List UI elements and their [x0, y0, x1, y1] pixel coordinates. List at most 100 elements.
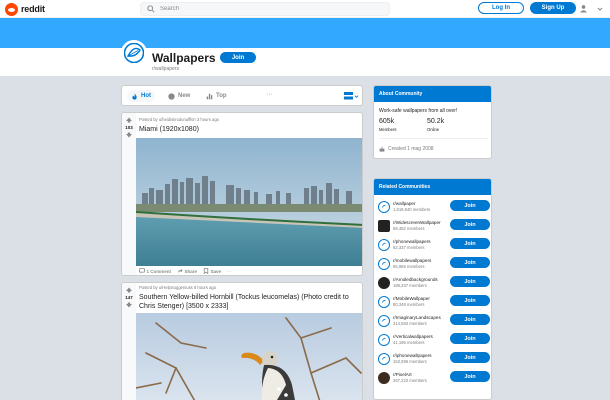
search-input[interactable]	[160, 6, 360, 12]
community-icon	[378, 353, 390, 365]
join-button[interactable]: Join	[450, 219, 490, 230]
post-actions: 1 Comment Share Save ···	[139, 268, 238, 274]
join-button[interactable]: Join	[450, 333, 490, 344]
sort-tab-label: Hot	[141, 93, 151, 99]
join-button[interactable]: Join	[450, 257, 490, 268]
community-icon	[378, 239, 390, 251]
sort-more-button[interactable]: ···	[266, 91, 273, 98]
comments-button[interactable]: 1 Comment	[139, 268, 171, 274]
comments-label: 1 Comment	[146, 268, 172, 274]
community-icon	[378, 372, 390, 384]
join-button[interactable]: Join	[220, 52, 256, 63]
bar-chart-icon	[206, 93, 213, 99]
subreddit-name: r/wallpapers	[152, 66, 179, 72]
join-button[interactable]: Join	[450, 276, 490, 287]
community-name[interactable]: r/iphonewallpapers	[393, 353, 432, 358]
reddit-alien-icon	[5, 2, 18, 16]
members-label: Members	[379, 127, 397, 132]
community-name[interactable]: r/Verticalwallpapers	[393, 334, 433, 339]
community-name[interactable]: r/Amoledbackgrounds	[393, 277, 438, 282]
login-button[interactable]: Log In	[478, 2, 524, 14]
share-button[interactable]: Share	[177, 268, 197, 274]
upvote-icon[interactable]	[122, 287, 136, 293]
sort-bar: Hot New Top ···	[121, 85, 363, 106]
community-members: 314,593 members	[393, 321, 427, 326]
community-name[interactable]: r/MobileWallpaper	[393, 296, 430, 301]
related-community-item[interactable]: r/wallpaper 1,619,840 members Join	[378, 198, 490, 217]
join-button[interactable]: Join	[450, 238, 490, 249]
related-community-item[interactable]: r/phonewallpapers 62,337 members Join	[378, 236, 490, 255]
community-name[interactable]: r/WidescreenWallpaper	[393, 220, 441, 225]
save-button[interactable]: Save	[203, 268, 221, 274]
post-meta: Posted by u/HelpSuggeniuss 8 hours ago	[139, 285, 217, 290]
upvote-icon[interactable]	[122, 117, 136, 123]
community-icon	[378, 296, 390, 308]
related-community-item[interactable]: r/PixelArt 267,223 members Join	[378, 369, 490, 388]
downvote-icon[interactable]	[122, 132, 136, 138]
join-button[interactable]: Join	[450, 200, 490, 211]
flame-icon	[132, 92, 137, 100]
widget-heading: Related Communities	[374, 179, 491, 195]
vote-count: 147	[125, 295, 133, 300]
sort-tab-label: Top	[216, 93, 227, 99]
view-toggle-button[interactable]	[344, 92, 359, 100]
community-name[interactable]: r/PixelArt	[393, 372, 412, 377]
divider	[379, 138, 488, 139]
user-menu-button[interactable]	[579, 3, 603, 14]
subreddit-avatar	[121, 40, 147, 66]
community-members: 188,337 members	[393, 283, 427, 288]
related-community-item[interactable]: r/ImaginaryLandscapes 314,593 members Jo…	[378, 312, 490, 331]
wallpaper-leaf-icon	[123, 42, 145, 64]
related-community-item[interactable]: r/mobilewallpapers 55,965 members Join	[378, 255, 490, 274]
community-name[interactable]: r/phonewallpapers	[393, 239, 431, 244]
related-community-item[interactable]: r/Verticalwallpapers 41,195 members Join	[378, 331, 490, 350]
post-title[interactable]: Miami (1920x1080)	[139, 125, 361, 134]
community-members: 62,337 members	[393, 245, 425, 250]
related-community-item[interactable]: r/WidescreenWallpaper 58,482 members Joi…	[378, 217, 490, 236]
join-button[interactable]: Join	[450, 371, 490, 382]
user-icon	[580, 5, 587, 13]
join-button[interactable]: Join	[450, 295, 490, 306]
community-icon	[378, 201, 390, 213]
sort-tab-hot[interactable]: Hot	[127, 90, 155, 102]
top-navigation: reddit Log In Sign Up	[0, 0, 610, 18]
downvote-icon[interactable]	[122, 302, 136, 308]
logo-text: reddit	[21, 4, 45, 14]
subreddit-banner	[0, 18, 610, 48]
about-community-widget: About Community Work-safe wallpapers fro…	[373, 85, 492, 159]
community-name[interactable]: r/wallpaper	[393, 201, 415, 206]
sort-tab-new[interactable]: New	[164, 90, 194, 102]
community-icon	[378, 315, 390, 327]
join-button[interactable]: Join	[450, 352, 490, 363]
community-members: 80,348 members	[393, 302, 425, 307]
vote-column	[122, 283, 136, 400]
sort-tab-top[interactable]: Top	[202, 90, 231, 102]
post-card[interactable]: 147 Posted by u/HelpSuggeniuss 8 hours a…	[121, 282, 363, 400]
post-image-miami-skyline[interactable]	[136, 138, 363, 266]
post-title[interactable]: Southern Yellow-billed Hornbill (Tockus …	[139, 293, 361, 311]
post-image-hornbill[interactable]	[136, 313, 363, 400]
signup-button[interactable]: Sign Up	[530, 2, 576, 14]
sort-tab-label: New	[178, 93, 191, 99]
save-label: Save	[210, 268, 222, 274]
chevron-down-icon	[597, 7, 603, 11]
related-community-item[interactable]: r/iphonewallpapers 153,596 members Join	[378, 350, 490, 369]
community-name[interactable]: r/ImaginaryLandscapes	[393, 315, 441, 320]
join-button[interactable]: Join	[450, 314, 490, 325]
post-card[interactable]: 103 Posted by u/heidisiirodunuffkin 3 ho…	[121, 112, 363, 276]
online-count: 50.2k	[427, 118, 445, 125]
subreddit-title: Wallpapers	[152, 51, 216, 65]
related-community-item[interactable]: r/Amoledbackgrounds 188,337 members Join	[378, 274, 490, 293]
community-name[interactable]: r/mobilewallpapers	[393, 258, 431, 263]
search-bar[interactable]	[140, 2, 390, 16]
cake-icon	[379, 146, 385, 152]
online-label: Online	[427, 127, 440, 132]
reddit-logo[interactable]: reddit	[5, 2, 45, 16]
related-communities-widget: Related Communities r/wallpaper 1,619,84…	[373, 178, 492, 400]
card-view-icon	[344, 92, 353, 100]
search-icon	[147, 5, 155, 13]
post-more-button[interactable]: ···	[227, 269, 232, 274]
community-members: 41,195 members	[393, 340, 425, 345]
community-icon	[378, 277, 390, 289]
related-community-item[interactable]: r/MobileWallpaper 80,348 members Join	[378, 293, 490, 312]
